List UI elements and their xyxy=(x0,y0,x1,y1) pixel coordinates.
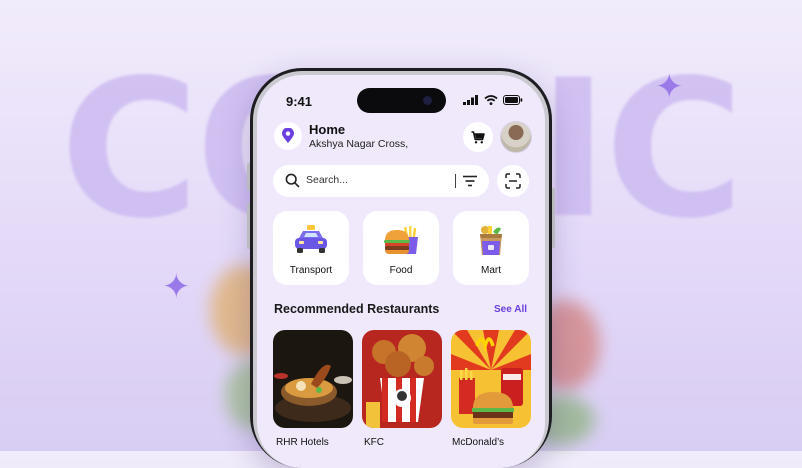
scan-button[interactable] xyxy=(497,165,529,197)
filter-icon[interactable] xyxy=(463,175,477,187)
grocery-bag-icon xyxy=(453,223,529,259)
cart-icon xyxy=(471,130,485,143)
phone-side-button xyxy=(247,163,250,191)
search-icon xyxy=(285,173,300,188)
search-input[interactable]: Search... xyxy=(306,174,348,186)
mcdonalds-meal-image xyxy=(451,330,531,428)
search-divider xyxy=(455,174,456,188)
category-food[interactable]: Food xyxy=(363,211,439,285)
scan-icon xyxy=(505,173,521,189)
category-mart[interactable]: Mart xyxy=(453,211,529,285)
app-screen: 9:41 Home Akshya Nagar Cross, Search... … xyxy=(257,75,545,468)
sparkle-icon: ✦ xyxy=(162,268,191,306)
status-icons xyxy=(463,95,523,105)
kfc-bucket-image xyxy=(362,330,442,428)
camera-icon xyxy=(423,96,432,105)
wifi-icon xyxy=(484,95,498,105)
search-bar[interactable]: Search... xyxy=(273,165,489,197)
cart-button[interactable] xyxy=(463,122,493,152)
restaurant-name: KFC xyxy=(364,437,384,448)
battery-icon xyxy=(503,95,523,105)
category-label: Mart xyxy=(481,265,501,276)
phone-side-button xyxy=(247,203,250,249)
phone-mockup: 9:41 Home Akshya Nagar Cross, Search... … xyxy=(247,68,555,468)
category-label: Food xyxy=(389,265,413,276)
location-title[interactable]: Home xyxy=(309,122,345,137)
burger-fries-icon xyxy=(363,223,439,259)
location-button[interactable] xyxy=(274,122,302,150)
phone-side-button xyxy=(552,188,555,248)
biryani-image xyxy=(273,330,353,428)
dynamic-island xyxy=(357,88,446,113)
restaurant-name: McDonald’s xyxy=(452,437,505,448)
taxi-icon xyxy=(273,223,349,259)
avatar[interactable] xyxy=(500,121,532,153)
see-all-link[interactable]: See All xyxy=(494,304,527,315)
restaurant-card-rhr[interactable] xyxy=(273,330,353,428)
sparkle-icon: ✦ xyxy=(655,68,684,106)
location-address[interactable]: Akshya Nagar Cross, xyxy=(309,138,408,150)
cellular-signal-icon xyxy=(463,95,478,105)
restaurant-name: RHR Hotels xyxy=(276,437,329,448)
restaurant-card-mcdonalds[interactable] xyxy=(451,330,531,428)
status-time: 9:41 xyxy=(286,94,313,109)
location-pin-icon xyxy=(282,128,294,143)
section-title: Recommended Restaurants xyxy=(274,302,440,316)
category-label: Transport xyxy=(289,265,333,276)
category-transport[interactable]: Transport xyxy=(273,211,349,285)
restaurant-card-kfc[interactable] xyxy=(362,330,442,428)
